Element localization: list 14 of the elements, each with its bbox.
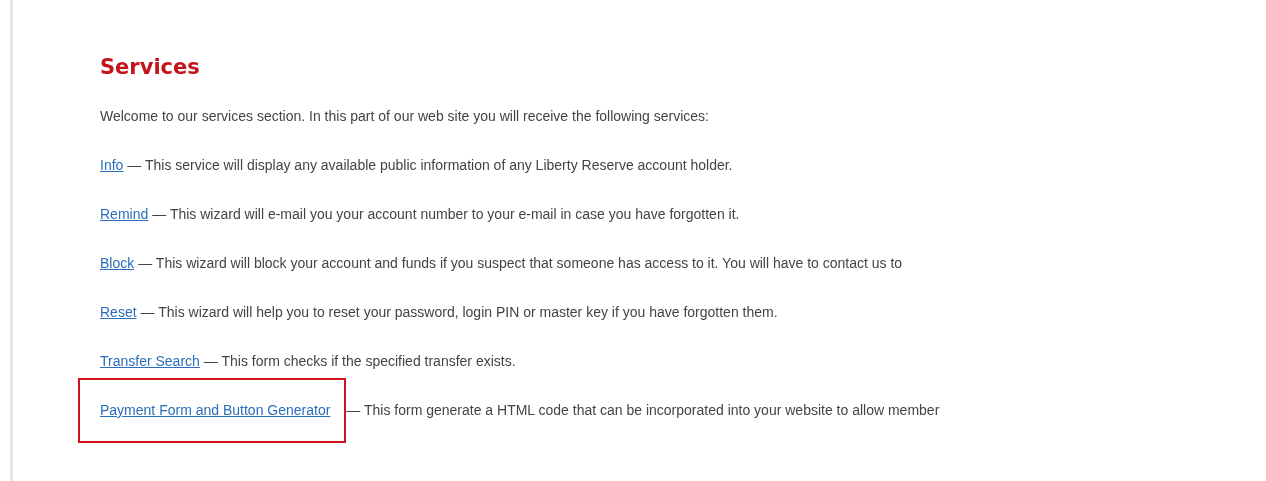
section-heading: Services — [100, 55, 200, 79]
service-description: — This service will display any available public information of any Liberty Reserve account holder. — [127, 157, 733, 174]
service-description: — This wizard will help you to reset your password, login PIN or master key if you have forgotten them. — [140, 304, 778, 321]
service-link[interactable]: Block — [100, 255, 135, 272]
service-description: — This form checks if the specified transfer exists. — [203, 353, 516, 370]
service-description: — This form generate a HTML code that can be incorporated into your website to allow member — [346, 402, 940, 419]
service-link[interactable]: Remind — [100, 206, 149, 223]
service-link[interactable]: Reset — [100, 304, 137, 321]
service-description: — This wizard will block your account and funds if you suspect that someone has access to it. You will have to contact us to — [138, 255, 903, 272]
service-link[interactable]: Payment Form and Button Generator — [100, 402, 331, 419]
service-link[interactable]: Transfer Search — [100, 353, 200, 370]
intro-text: Welcome to our services section. In this part of our web site you will receive the following services: — [100, 108, 709, 125]
service-description: — This wizard will e-mail you your account number to your e-mail in case you have forgotten it. — [152, 206, 740, 223]
service-link[interactable]: Info — [100, 157, 124, 174]
